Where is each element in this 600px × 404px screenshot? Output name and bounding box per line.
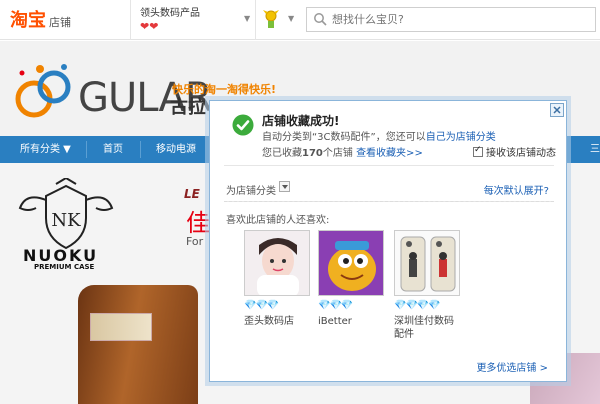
receive-updates-label: 接收该店铺动态 <box>486 148 556 159</box>
page-root: 淘宝店铺 领头数码产品 ❤❤ ▼ ▼ GULAR 快乐的淘一淘 <box>0 0 600 404</box>
logo-text: 淘宝 <box>10 10 46 31</box>
auto-category-message: 自动分类到“3C数码配件”，您还可以自己为店铺分类 <box>262 128 496 143</box>
nav-home[interactable]: 首页 <box>103 136 123 163</box>
recommended-shop[interactable]: 💎💎💎💎 深圳佳付数码配件 <box>394 230 462 341</box>
category-label: 为店铺分类 <box>226 186 276 197</box>
shop-rating-hearts: ❤❤ <box>140 20 159 33</box>
promo-heading: LE <box>184 187 200 201</box>
nav-separator <box>140 141 141 158</box>
auto-category-text: 自动分类到“3C数码配件”，您还可以 <box>262 132 426 143</box>
chevron-down-icon[interactable]: ▼ <box>244 14 250 23</box>
view-favorites-link[interactable]: 查看收藏夹>> <box>356 148 423 159</box>
checkbox-checked-icon[interactable] <box>473 145 483 157</box>
shop-name-link[interactable]: 歪头数码店 <box>244 315 312 328</box>
search-input[interactable] <box>332 11 587 28</box>
logo-sub: 店铺 <box>49 16 71 29</box>
brand-name-cn: 古拉 <box>170 97 206 118</box>
nav-all-categories[interactable]: 所有分类 ▼ <box>20 136 71 163</box>
nav-power-bank[interactable]: 移动电源 <box>156 136 196 163</box>
receive-updates-checkbox[interactable]: 接收该店铺动态 <box>473 144 556 159</box>
also-like-label: 喜欢此店铺的人还喜欢: <box>226 215 330 226</box>
close-button[interactable] <box>550 103 564 117</box>
custom-category-link[interactable]: 自己为店铺分类 <box>426 132 496 143</box>
dialog-title: 店铺收藏成功! <box>262 114 340 128</box>
chevron-down-icon[interactable]: ▼ <box>288 14 294 23</box>
count-prefix: 您已收藏 <box>262 148 302 159</box>
nav-more[interactable]: 三 <box>590 136 600 163</box>
category-dropdown[interactable] <box>279 181 290 192</box>
close-icon <box>553 106 561 114</box>
promo-subtitle: For <box>186 235 204 248</box>
shop-name-link[interactable]: iBetter <box>318 315 386 328</box>
success-check-icon <box>232 114 254 136</box>
card-slot-image <box>90 313 152 341</box>
shop-avatar-image <box>245 231 309 295</box>
divider <box>224 201 554 202</box>
top-bar: 淘宝 店铺 领头数码产品 ❤❤ ▼ ▼ <box>0 0 600 40</box>
promo-title: 佳 <box>186 209 210 237</box>
count-suffix: 个店铺 <box>322 148 353 159</box>
favorite-count-message: 您已收藏170个店铺 查看收藏夹>> <box>262 144 423 159</box>
shop-name[interactable]: 领头数码产品 <box>140 4 200 19</box>
premium-case-label: PREMIUM CASE <box>34 263 95 271</box>
shop-rating-diamonds: 💎💎💎 <box>244 300 279 311</box>
shop-name-link[interactable]: 深圳佳付数码配件 <box>394 315 462 341</box>
favorite-count: 170 <box>302 148 323 159</box>
favorite-success-dialog: 店铺收藏成功! 自动分类到“3C数码配件”，您还可以自己为店铺分类 您已收藏17… <box>209 100 567 382</box>
brand-logo-circles <box>15 64 71 118</box>
shop-rating-diamonds: 💎💎💎 <box>318 300 353 311</box>
taobao-logo[interactable]: 淘宝 店铺 <box>10 6 71 32</box>
default-expand-link[interactable]: 每次默认展开? <box>484 182 549 197</box>
more-shops-link[interactable]: 更多优选店铺 > <box>476 359 548 374</box>
shop-thumbnail[interactable] <box>318 230 384 296</box>
recommended-shop[interactable]: 💎💎💎 iBetter <box>318 230 386 328</box>
shop-rating-diamonds: 💎💎💎💎 <box>394 300 441 311</box>
leather-case-image <box>78 285 198 404</box>
recommended-shop[interactable]: 💎💎💎 歪头数码店 <box>244 230 312 328</box>
shop-thumbnail[interactable] <box>244 230 310 296</box>
search-box[interactable] <box>306 7 596 32</box>
svg-text:NK: NK <box>51 210 81 231</box>
medal-icon[interactable] <box>262 8 280 30</box>
divider <box>255 0 256 40</box>
nav-separator <box>86 141 87 158</box>
divider <box>224 165 554 166</box>
shop-avatar-image <box>319 231 383 295</box>
divider <box>130 0 131 40</box>
shop-thumbnail[interactable] <box>394 230 460 296</box>
shop-avatar-image <box>395 231 459 295</box>
search-icon <box>314 13 327 26</box>
